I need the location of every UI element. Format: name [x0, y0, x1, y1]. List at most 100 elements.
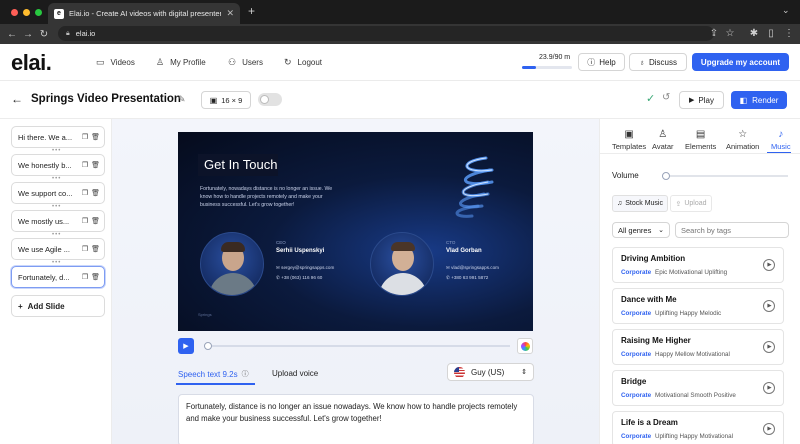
- new-tab-icon[interactable]: +: [248, 4, 255, 18]
- tab-avatar[interactable]: ♙ Avatar: [652, 129, 674, 151]
- person1-email: ✉ sergey@springsapps.com: [276, 265, 335, 270]
- play-circle-icon[interactable]: ▶: [763, 423, 775, 435]
- forward-arrow-icon[interactable]: →: [20, 29, 36, 40]
- close-window-button[interactable]: [11, 9, 18, 16]
- trash-icon[interactable]: 🗑︎: [91, 189, 100, 197]
- bookmark-star-icon[interactable]: ☆: [722, 28, 738, 39]
- volume-slider[interactable]: [662, 172, 788, 180]
- slide-item[interactable]: We support co... ❐ 🗑︎: [11, 182, 105, 204]
- upload-tab[interactable]: ⇪ Upload: [670, 195, 712, 212]
- browser-tab-bar: e Elai.io - Create AI videos with digita…: [0, 0, 800, 24]
- person1-phone: ✆ +38 (063) 116 96 60: [276, 275, 323, 280]
- video-heading[interactable]: Get In Touch: [204, 157, 277, 172]
- stock-music-tab[interactable]: ♫ Stock Music: [612, 195, 668, 212]
- maximize-window-button[interactable]: [35, 9, 42, 16]
- slide-item[interactable]: We honestly b... ❐ 🗑︎: [11, 154, 105, 176]
- copy-icon[interactable]: ❐: [82, 245, 88, 253]
- share-icon[interactable]: ⇪: [706, 28, 722, 39]
- us-flag-icon: [454, 366, 465, 378]
- render-button[interactable]: ◧ Render: [731, 91, 787, 109]
- nav-label: My Profile: [170, 58, 206, 67]
- person2-phone: ✆ +380 63 991 5872: [446, 275, 489, 280]
- sidebar-icon[interactable]: ▯: [763, 28, 779, 39]
- slide-item[interactable]: We use Agile ... ❐ 🗑︎: [11, 238, 105, 260]
- discuss-button[interactable]: ♁ Discuss: [629, 53, 687, 71]
- voice-label: Guy (US): [471, 367, 505, 377]
- menu-kebab-icon[interactable]: ⋮: [781, 28, 797, 39]
- tab-music[interactable]: ♪ Music: [771, 129, 791, 151]
- updown-chevron-icon: ⇕: [521, 369, 527, 376]
- music-track-card[interactable]: Dance with Me Corporate Uplifting Happy …: [612, 288, 784, 324]
- play-button[interactable]: ▶ Play: [679, 91, 724, 109]
- aspect-ratio-button[interactable]: ▣ 16 × 9: [201, 91, 251, 109]
- timeline-knob[interactable]: [204, 342, 212, 350]
- copy-icon[interactable]: ❐: [82, 133, 88, 141]
- project-title[interactable]: Springs Video Presentation: [31, 93, 181, 105]
- edit-pencil-icon[interactable]: ✎: [178, 94, 186, 105]
- play-circle-icon[interactable]: ▶: [763, 341, 775, 353]
- trash-icon[interactable]: 🗑︎: [91, 217, 100, 225]
- tag-search-input[interactable]: [675, 222, 789, 238]
- video-preview[interactable]: Get In Touch Fortunately, nowadays dista…: [178, 132, 533, 331]
- volume-knob[interactable]: [662, 172, 670, 180]
- browser-tab[interactable]: e Elai.io - Create AI videos with digita…: [48, 3, 240, 24]
- speech-text-area[interactable]: Fortunately, distance is no longer an is…: [178, 394, 534, 444]
- back-arrow-icon[interactable]: ←: [11, 92, 23, 106]
- voice-selector[interactable]: Guy (US) ⇕: [447, 363, 534, 381]
- reload-icon[interactable]: ↻: [36, 29, 52, 40]
- tab-templates[interactable]: ▣ Templates: [612, 129, 646, 151]
- play-circle-icon[interactable]: ▶: [763, 382, 775, 394]
- music-track-card[interactable]: Raising Me Higher Corporate Happy Mellow…: [612, 329, 784, 365]
- tab-speech-text[interactable]: Speech text 9.2s ⓘ: [178, 369, 249, 379]
- copy-icon[interactable]: ❐: [82, 217, 88, 225]
- track-name: Dance with Me: [621, 295, 677, 304]
- address-bar[interactable]: 🔒︎ elai.io: [58, 26, 714, 41]
- copy-icon[interactable]: ❐: [82, 161, 88, 169]
- add-slide-label: Add Slide: [27, 301, 65, 311]
- undo-icon[interactable]: ↺: [662, 92, 670, 103]
- slide-item[interactable]: Hi there. We a... ❐ 🗑︎: [11, 126, 105, 148]
- music-track-card[interactable]: Driving Ambition Corporate Epic Motivati…: [612, 247, 784, 283]
- play-circle-icon[interactable]: ▶: [763, 259, 775, 271]
- music-track-card[interactable]: Bridge Corporate Motivational Smooth Pos…: [612, 370, 784, 406]
- tab-elements[interactable]: ▤ Elements: [685, 129, 716, 151]
- trash-icon[interactable]: 🗑︎: [91, 161, 100, 169]
- extensions-icon[interactable]: ✱: [746, 28, 762, 39]
- elai-logo[interactable]: elai.: [11, 50, 52, 76]
- track-category: Corporate: [621, 433, 652, 440]
- tab-animation[interactable]: ☆ Animation: [726, 129, 759, 151]
- slide-item[interactable]: Fortunately, d... ❐ 🗑︎: [11, 266, 105, 288]
- nav-users[interactable]: ⚇ Users: [228, 57, 263, 68]
- copy-icon[interactable]: ❐: [82, 189, 88, 197]
- nav-videos[interactable]: ▭ Videos: [96, 57, 135, 68]
- trash-icon[interactable]: 🗑︎: [91, 245, 100, 253]
- chevron-down-icon[interactable]: ⌄: [782, 5, 790, 16]
- video-body-text[interactable]: Fortunately, nowadays distance is no lon…: [200, 185, 336, 209]
- copy-icon[interactable]: ❐: [82, 273, 88, 281]
- genre-select[interactable]: All genres ⌄: [612, 222, 670, 238]
- color-wheel-button[interactable]: [517, 338, 533, 354]
- color-wheel-icon: [520, 341, 530, 351]
- person1-email-text: sergey@springsapps.com: [281, 265, 335, 270]
- tab-upload-voice[interactable]: Upload voice: [272, 369, 318, 378]
- upgrade-account-button[interactable]: Upgrade my account: [692, 53, 789, 71]
- trash-icon[interactable]: 🗑︎: [91, 273, 100, 281]
- avatar-person2: [370, 232, 434, 296]
- minimize-window-button[interactable]: [23, 9, 30, 16]
- tab-label: Templates: [612, 142, 647, 151]
- play-circle-icon[interactable]: ▶: [763, 300, 775, 312]
- video-timeline[interactable]: [204, 342, 510, 350]
- add-slide-button[interactable]: + Add Slide: [11, 295, 105, 317]
- back-arrow-icon[interactable]: ←: [4, 29, 20, 40]
- help-button[interactable]: ⓘ Help: [578, 53, 625, 71]
- nav-logout[interactable]: ↻ Logout: [284, 57, 322, 68]
- tab-close-icon[interactable]: ✕: [226, 8, 234, 19]
- toggle-switch[interactable]: [258, 93, 282, 106]
- right-panel: ▣ Templates ♙ Avatar ▤ Elements ☆ Animation…: [599, 119, 800, 444]
- genre-label: All genres: [618, 225, 652, 235]
- slide-item[interactable]: We mostly us... ❐ 🗑︎: [11, 210, 105, 232]
- music-track-card[interactable]: Life is a Dream Corporate Uplifting Happ…: [612, 411, 784, 444]
- video-play-button[interactable]: ▶: [178, 338, 194, 354]
- nav-my-profile[interactable]: ♙ My Profile: [156, 57, 206, 68]
- trash-icon[interactable]: 🗑︎: [91, 133, 100, 141]
